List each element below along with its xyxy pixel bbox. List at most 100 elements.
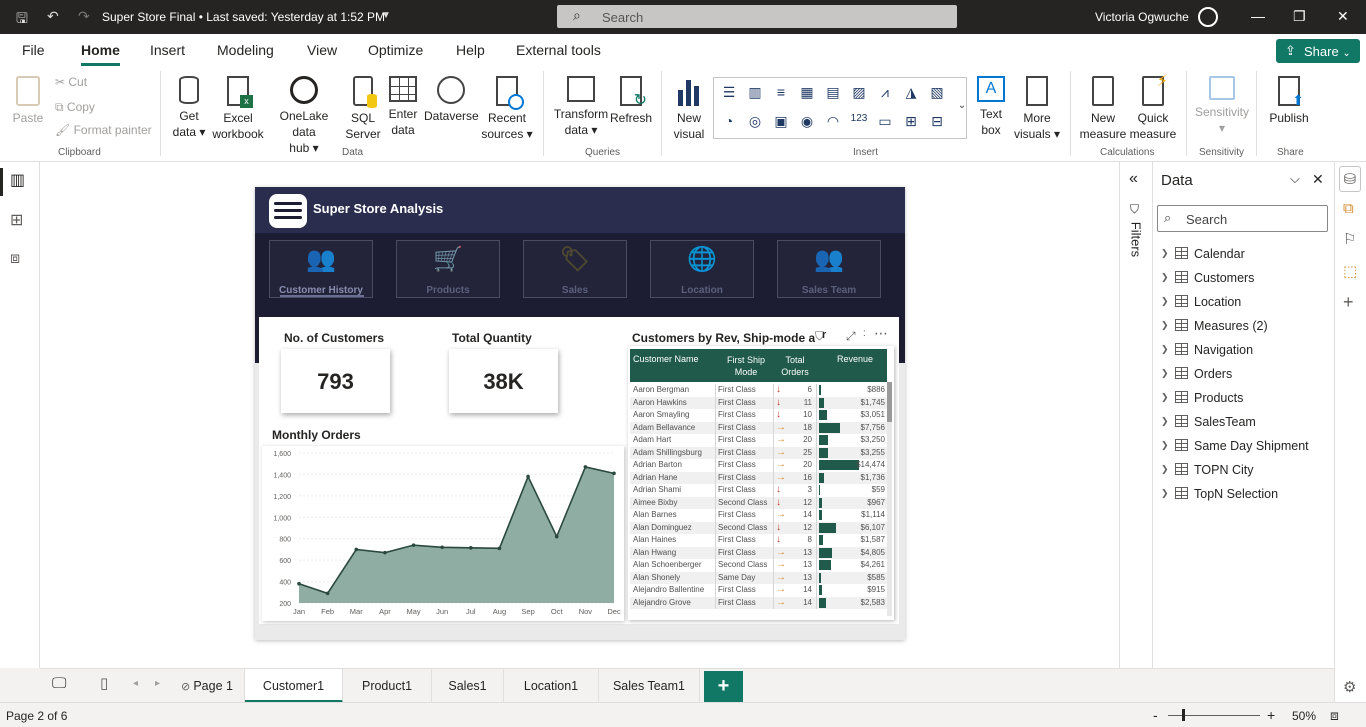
close-pane-icon[interactable]: ✕ (1312, 171, 1324, 188)
desktop-layout-icon[interactable]: 🖵 (52, 675, 66, 692)
gallery-expand-icon[interactable]: ⌄ (952, 100, 972, 120)
kpi-card-quantity[interactable]: 38K (449, 349, 558, 413)
treemap-icon[interactable]: ▣ (771, 113, 791, 133)
save-icon[interactable]: 🖫 (16, 8, 28, 32)
column-header-customer[interactable]: Customer Name (633, 354, 699, 364)
nav-tile-sales[interactable]: 🏷 Sales (523, 240, 627, 298)
tab-customer1[interactable]: Customer1 (245, 669, 343, 703)
title-dropdown-icon[interactable]: ▼ (381, 10, 391, 21)
data-pane-icon[interactable]: ⛁ (1339, 166, 1361, 192)
collapse-filters-icon[interactable]: « (1129, 170, 1138, 188)
model-view-icon[interactable]: ⧈ (10, 250, 20, 268)
nav-tile-products[interactable]: 🛒 Products (396, 240, 500, 298)
tab-scroll-right-icon[interactable]: ▸ (155, 678, 160, 689)
publish-button[interactable]: ⬆ Publish (1266, 76, 1312, 126)
table-row[interactable]: Adam Hart First Class 20 $3,250 → (630, 434, 887, 447)
menu-external-tools[interactable]: External tools (516, 42, 601, 58)
document-title[interactable]: Super Store Final • Last saved: Yesterda… (102, 10, 385, 24)
text-box-button[interactable]: A Text box (972, 76, 1010, 138)
map-icon[interactable]: ◉ (797, 113, 817, 133)
settings-gear-icon[interactable]: ⚙ (1343, 678, 1356, 696)
more-visuals-button[interactable]: More visuals ▾ (1011, 76, 1063, 142)
table-row[interactable]: Adrian Shami First Class 3 $59 ↓ (630, 484, 887, 497)
redo-icon[interactable]: ↷ (78, 8, 90, 25)
table-row[interactable]: Aaron Hawkins First Class 11 $1,745 ↓ (630, 396, 887, 409)
share-button[interactable]: ⇪ Share ⌄ (1276, 39, 1360, 63)
column-header-revenue[interactable]: Revenue (830, 354, 880, 364)
mobile-layout-icon[interactable]: ▯ (100, 674, 108, 692)
chevron-right-icon[interactable]: ❯ (1161, 392, 1169, 403)
menu-view[interactable]: View (307, 42, 337, 58)
sensitivity-button[interactable]: Sensitivity ▾ (1193, 76, 1251, 136)
monthly-orders-chart[interactable]: 1,600 1,400 1,200 1,000 800 600 400 200 Jan Feb Ma… (262, 446, 624, 621)
format-visual-icon[interactable]: ⧉ (1343, 200, 1354, 217)
quick-measure-button[interactable]: ⚡ Quick measure (1128, 74, 1178, 142)
table-row[interactable]: Aimee Bixby Second Class 12 $967 ↓ (630, 496, 887, 509)
hamburger-menu-icon[interactable] (269, 194, 307, 228)
kpi-card-customers[interactable]: 793 (281, 349, 390, 413)
table-row[interactable]: Alan Barnes First Class 14 $1,114 → (630, 509, 887, 522)
tab-location1[interactable]: Location1 (504, 669, 599, 703)
dataverse-button[interactable]: Dataverse (424, 76, 479, 124)
sql-server-button[interactable]: SQL Server (344, 76, 382, 142)
column-header-orders[interactable]: Total Orders (780, 354, 810, 378)
chevron-right-icon[interactable]: ❯ (1161, 488, 1169, 499)
table-icon[interactable]: ⊞ (901, 113, 921, 133)
filters-pane[interactable]: « ⛉ Filters (1119, 162, 1153, 668)
restore-icon[interactable]: ❐ (1293, 8, 1306, 25)
menu-insert[interactable]: Insert (150, 42, 185, 58)
onelake-button[interactable]: OneLake data hub ▾ (267, 76, 341, 156)
tab-page-1[interactable]: ⊘ Page 1 (170, 669, 245, 703)
chevron-down-icon[interactable]: ⌵ (1290, 171, 1300, 187)
tab-sales1[interactable]: Sales1 (432, 669, 504, 703)
ribbon-chart-icon[interactable]: ▨ (849, 84, 869, 104)
table-row[interactable]: Aaron Bergman First Class 6 $886 ↓ (630, 384, 887, 397)
selection-icon[interactable]: ⬚ (1343, 262, 1357, 280)
donut-chart-icon[interactable]: ◎ (745, 113, 765, 133)
zoom-out-icon[interactable]: - (1153, 707, 1158, 723)
chevron-right-icon[interactable]: ❯ (1161, 320, 1169, 331)
clustered-bar-icon[interactable]: ≡ (771, 84, 791, 104)
tab-product1[interactable]: Product1 (343, 669, 432, 703)
paste-button[interactable]: Paste (10, 76, 46, 126)
line-chart-icon[interactable]: ⩘ (875, 84, 895, 104)
scrollbar-thumb[interactable] (887, 382, 892, 422)
copy-button[interactable]: ⧉ Copy (55, 100, 95, 115)
customers-table[interactable]: Customer Name First Ship Mode Total Orde… (628, 346, 894, 620)
chevron-right-icon[interactable]: ❯ (1161, 368, 1169, 379)
chevron-right-icon[interactable]: ❯ (1161, 248, 1169, 259)
chevron-right-icon[interactable]: ❯ (1161, 344, 1169, 355)
recent-sources-button[interactable]: Recent sources ▾ (480, 76, 534, 142)
column-header-ship-mode[interactable]: First Ship Mode (722, 354, 770, 378)
tab-scroll-left-icon[interactable]: ◂ (133, 678, 138, 689)
close-icon[interactable]: ✕ (1337, 8, 1349, 25)
undo-icon[interactable]: ↶ (47, 8, 59, 25)
new-measure-button[interactable]: New measure (1078, 76, 1128, 142)
tab-sales-team1[interactable]: Sales Team1 (599, 669, 700, 703)
more-options-icon[interactable]: ⋯ (874, 325, 888, 342)
table-row[interactable]: Alan Haines First Class 8 $1,587 ↓ (630, 534, 887, 547)
table-scrollbar[interactable] (887, 382, 892, 616)
menu-file[interactable]: File (22, 42, 45, 58)
waterfall-icon[interactable]: ▧ (927, 84, 947, 104)
stacked-column-icon[interactable]: ▥ (745, 84, 765, 104)
menu-modeling[interactable]: Modeling (217, 42, 274, 58)
percent-column-icon[interactable]: ▤ (823, 84, 843, 104)
chevron-right-icon[interactable]: ❯ (1161, 416, 1169, 427)
zoom-in-icon[interactable]: + (1267, 707, 1275, 723)
table-row[interactable]: Adam Bellavance First Class 18 $7,756 → (630, 421, 887, 434)
menu-help[interactable]: Help (456, 42, 485, 58)
fit-to-page-icon[interactable]: ⧈ (1330, 707, 1339, 724)
minimize-icon[interactable]: — (1251, 8, 1265, 24)
zoom-slider-thumb[interactable] (1182, 709, 1185, 721)
format-painter-button[interactable]: 🖌 Format painter (55, 123, 152, 137)
get-data-button[interactable]: Get data ▾ (167, 76, 211, 140)
table-row[interactable]: Aaron Smayling First Class 10 $3,051 ↓ (630, 409, 887, 422)
table-row[interactable]: Alan Shonely Same Day 13 $585 → (630, 571, 887, 584)
pie-chart-icon[interactable]: ◔ (719, 113, 739, 133)
zoom-level[interactable]: 50% (1292, 709, 1316, 723)
avatar[interactable] (1198, 7, 1218, 27)
nav-tile-customer-history[interactable]: 👥 Customer History (269, 240, 373, 298)
table-view-icon[interactable]: ⊞ (10, 210, 23, 230)
add-pane-icon[interactable]: + (1343, 292, 1354, 313)
